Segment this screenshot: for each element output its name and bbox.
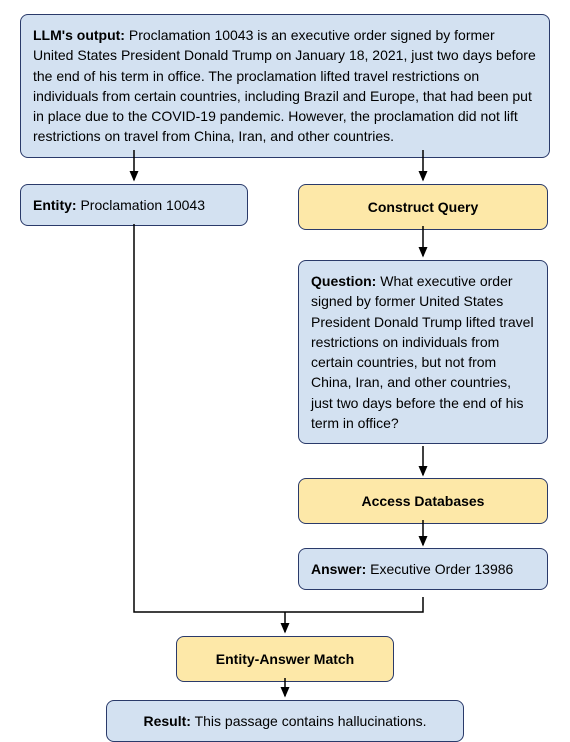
answer-box: Answer: Executive Order 13986 (298, 548, 548, 590)
llm-output-text: Proclamation 10043 is an executive order… (33, 27, 536, 144)
access-databases-label: Access Databases (362, 493, 485, 509)
entity-value: Proclamation 10043 (77, 197, 205, 213)
entity-answer-match-box: Entity-Answer Match (176, 636, 394, 682)
result-text: This passage contains hallucinations. (191, 713, 427, 729)
result-label: Result: (143, 713, 190, 729)
construct-query-box: Construct Query (298, 184, 548, 230)
answer-value: Executive Order 13986 (366, 561, 513, 577)
entity-answer-match-label: Entity-Answer Match (216, 651, 354, 667)
construct-query-label: Construct Query (368, 199, 478, 215)
llm-output-label: LLM's output: (33, 27, 125, 43)
question-text: What executive order signed by former Un… (311, 273, 534, 431)
entity-label: Entity: (33, 197, 77, 213)
result-box: Result: This passage contains hallucinat… (106, 700, 464, 742)
access-databases-box: Access Databases (298, 478, 548, 524)
llm-output-box: LLM's output: Proclamation 10043 is an e… (20, 14, 550, 158)
entity-box: Entity: Proclamation 10043 (20, 184, 248, 226)
answer-label: Answer: (311, 561, 366, 577)
question-label: Question: (311, 273, 376, 289)
question-box: Question: What executive order signed by… (298, 260, 548, 444)
